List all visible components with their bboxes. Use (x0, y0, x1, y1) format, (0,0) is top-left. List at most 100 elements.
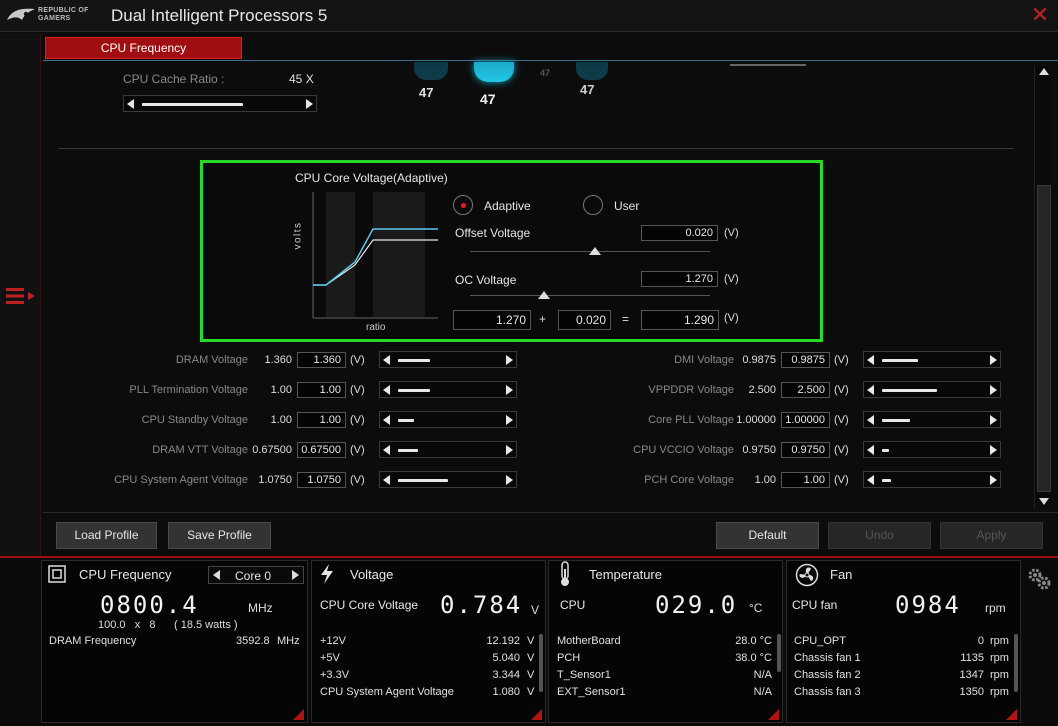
scroll-down-icon[interactable] (1039, 498, 1049, 505)
next-core-icon[interactable] (292, 570, 299, 580)
temperature-list-scrollbar[interactable] (777, 634, 781, 672)
increase-arrow-icon[interactable] (990, 445, 997, 455)
voltage-slider[interactable] (863, 351, 1001, 368)
decrease-arrow-icon[interactable] (383, 445, 390, 455)
cpu-core-voltage-label: CPU Core Voltage (320, 598, 419, 612)
monitor-row-label: +3.3V (320, 669, 350, 681)
oc-slider-thumb[interactable] (538, 291, 550, 299)
cpu-fan-unit: rpm (985, 601, 1006, 615)
monitor-row-label: +12V (320, 635, 346, 647)
cache-ratio-slider[interactable] (123, 95, 317, 112)
voltage-input[interactable]: 0.9875 (781, 352, 830, 368)
expand-corner-icon[interactable] (1006, 709, 1017, 720)
equals-sign: = (622, 312, 630, 326)
cpu-frequency-value: 0800.4 (100, 591, 199, 619)
increase-arrow-icon[interactable] (990, 475, 997, 485)
voltage-slider[interactable] (379, 411, 517, 428)
increase-arrow-icon[interactable] (506, 355, 513, 365)
apply-button[interactable]: Apply (940, 522, 1043, 549)
default-button[interactable]: Default (716, 522, 819, 549)
bclk-multiplier: 100.0 x 8 (98, 619, 156, 631)
voltage-slider[interactable] (379, 441, 517, 458)
prev-core-icon[interactable] (213, 570, 220, 580)
voltage-input[interactable]: 1.360 (297, 352, 346, 368)
user-radio[interactable] (583, 195, 603, 215)
graph-y-label: volts (292, 221, 304, 250)
decrease-arrow-icon[interactable] (867, 475, 874, 485)
voltage-slider[interactable] (379, 351, 517, 368)
voltage-input[interactable]: 1.00 (781, 472, 830, 488)
decrease-arrow-icon[interactable] (383, 415, 390, 425)
fan-list-scrollbar[interactable] (1014, 634, 1018, 692)
adaptive-radio[interactable] (453, 195, 473, 215)
voltage-slider[interactable] (379, 471, 517, 488)
voltage-current: 1.00000 (736, 414, 776, 426)
increase-arrow-icon[interactable] (506, 475, 513, 485)
offset-slider-thumb[interactable] (589, 247, 601, 255)
tab-cpu-frequency[interactable]: CPU Frequency (45, 37, 242, 59)
scrollbar[interactable] (1034, 66, 1051, 509)
voltage-list-scrollbar[interactable] (539, 634, 543, 692)
decrease-arrow-icon[interactable] (383, 385, 390, 395)
expand-corner-icon[interactable] (531, 709, 542, 720)
monitor-row-unit: rpm (990, 635, 1009, 647)
voltage-input[interactable]: 2.500 (781, 382, 830, 398)
expand-corner-icon[interactable] (768, 709, 779, 720)
monitor-row-value: 1.080 (492, 686, 520, 698)
close-icon[interactable]: ✕ (1030, 4, 1050, 26)
decrease-arrow-icon[interactable] (867, 385, 874, 395)
decrease-arrow-icon[interactable] (867, 445, 874, 455)
voltage-slider[interactable] (379, 381, 517, 398)
voltage-slider[interactable] (863, 441, 1001, 458)
decrease-arrow-icon[interactable] (867, 415, 874, 425)
dram-frequency-label: DRAM Frequency (49, 635, 137, 647)
plus-sign: + (539, 312, 547, 326)
increase-arrow-icon[interactable] (306, 99, 313, 109)
decrease-arrow-icon[interactable] (383, 475, 390, 485)
voltage-input[interactable]: 1.00 (297, 412, 346, 428)
settings-gear-icon[interactable] (1026, 566, 1052, 592)
voltage-input[interactable]: 1.00000 (781, 412, 830, 428)
save-profile-button[interactable]: Save Profile (168, 522, 271, 549)
radio-dot-icon (461, 203, 466, 208)
scroll-thumb[interactable] (1037, 185, 1051, 492)
undo-button[interactable]: Undo (828, 522, 931, 549)
offset-voltage-input[interactable]: 0.020 (641, 225, 718, 241)
decrease-arrow-icon[interactable] (127, 99, 134, 109)
voltage-curve-graph (312, 192, 438, 319)
oc-voltage-input[interactable]: 1.270 (641, 271, 718, 287)
menu-toggle-icon[interactable] (5, 287, 37, 305)
voltage-slider[interactable] (863, 381, 1001, 398)
core-indicator-active-icon (474, 62, 514, 82)
section-divider (59, 148, 1014, 149)
monitor-row-unit: rpm (990, 669, 1009, 681)
monitor-row-label: T_Sensor1 (557, 669, 611, 681)
voltage-input[interactable]: 1.00 (297, 382, 346, 398)
decrease-arrow-icon[interactable] (383, 355, 390, 365)
voltage-input[interactable]: 1.0750 (297, 472, 346, 488)
voltage-slider[interactable] (863, 471, 1001, 488)
monitor-row-value: 28.0 °C (735, 635, 772, 647)
increase-arrow-icon[interactable] (990, 355, 997, 365)
logo-text: REPUBLIC OF GAMERS (38, 7, 89, 22)
monitor-row-label: MotherBoard (557, 635, 621, 647)
increase-arrow-icon[interactable] (506, 385, 513, 395)
core-select[interactable]: Core 0 (208, 566, 304, 584)
scroll-up-icon[interactable] (1039, 68, 1049, 75)
increase-arrow-icon[interactable] (506, 445, 513, 455)
increase-arrow-icon[interactable] (990, 385, 997, 395)
increase-arrow-icon[interactable] (990, 415, 997, 425)
monitor-row-value: 1135 (960, 652, 984, 664)
dram-frequency-value: 3592.8 (236, 635, 270, 647)
decrease-arrow-icon[interactable] (867, 355, 874, 365)
expand-corner-icon[interactable] (293, 709, 304, 720)
voltage-label: DMI Voltage (674, 354, 734, 366)
voltage-slider[interactable] (863, 411, 1001, 428)
load-profile-button[interactable]: Load Profile (56, 522, 157, 549)
voltage-unit: (V) (834, 384, 849, 396)
voltage-input[interactable]: 0.67500 (297, 442, 346, 458)
sum-oc-field: 1.270 (453, 310, 531, 330)
oc-slider-track[interactable] (470, 295, 710, 296)
increase-arrow-icon[interactable] (506, 415, 513, 425)
voltage-input[interactable]: 0.9750 (781, 442, 830, 458)
